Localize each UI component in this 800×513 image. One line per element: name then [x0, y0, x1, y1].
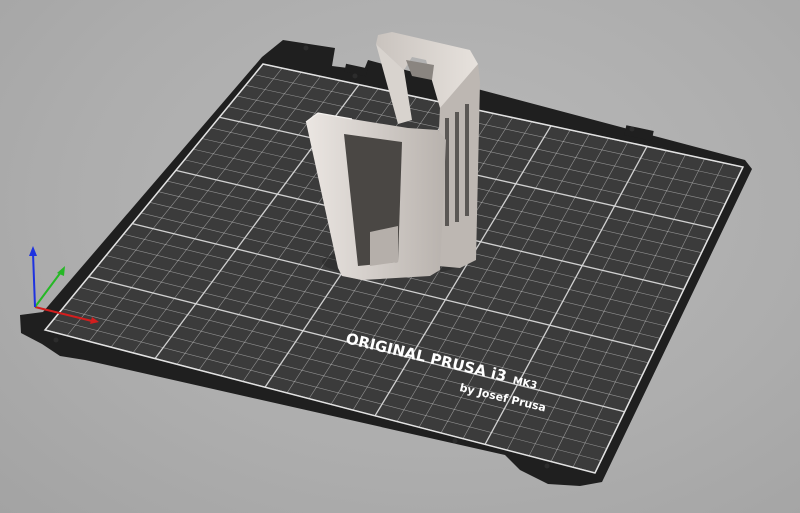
scene: ORIGINAL PRUSA i3 MK3 by Josef Prusa	[20, 32, 752, 486]
z-axis	[32, 252, 36, 308]
z-axis-arrow	[29, 246, 37, 256]
3d-viewport[interactable]: ORIGINAL PRUSA i3 MK3 by Josef Prusa	[0, 0, 800, 513]
